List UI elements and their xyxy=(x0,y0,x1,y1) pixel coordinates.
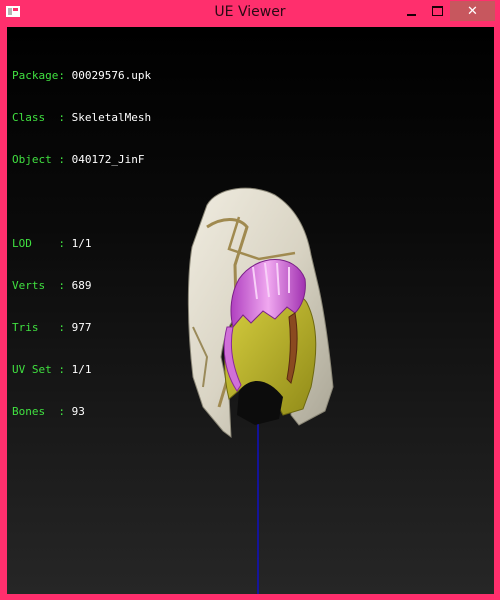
title-bar[interactable]: UE Viewer ✕ xyxy=(0,0,500,26)
minimize-button[interactable] xyxy=(398,1,424,21)
mesh-info-panel: Package: 00029576.upk Class : SkeletalMe… xyxy=(12,41,151,447)
minimize-icon xyxy=(406,14,416,16)
info-row-bones: Bones : 93 xyxy=(12,405,85,418)
info-row-class: Class : SkeletalMesh xyxy=(12,111,152,124)
info-row-object: Object : 040172_JinF xyxy=(12,153,145,166)
maximize-button[interactable] xyxy=(424,1,450,21)
info-row-lod: LOD : 1/1 xyxy=(12,237,92,250)
info-row-tris: Tris : 977 xyxy=(12,321,92,334)
close-button[interactable]: ✕ xyxy=(450,1,495,21)
close-icon: ✕ xyxy=(467,3,478,19)
maximize-icon xyxy=(431,6,443,16)
app-window: UE Viewer ✕ Package: 00029576.upk Class … xyxy=(0,0,500,600)
info-row-verts: Verts : 689 xyxy=(12,279,92,292)
3d-viewport[interactable]: Package: 00029576.upk Class : SkeletalMe… xyxy=(7,27,494,594)
info-row-uvset: UV Set : 1/1 xyxy=(12,363,92,376)
info-row-package: Package: 00029576.upk xyxy=(12,69,152,82)
